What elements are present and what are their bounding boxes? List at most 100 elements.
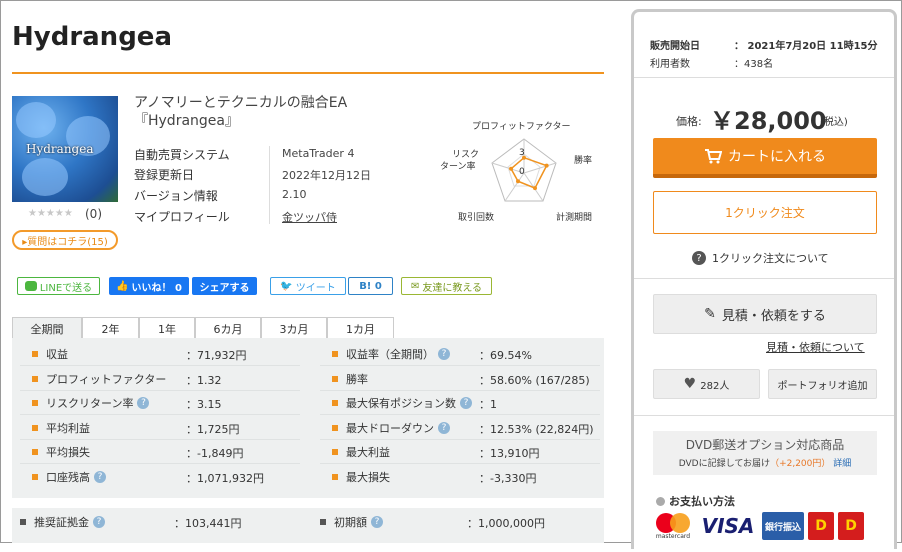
facebook-share-button[interactable]: シェアする [192,277,257,295]
stat-value: ：58.60% (167/285) [479,373,590,387]
tweet-button[interactable]: 🐦 ツイート [270,277,346,295]
tab-all-period[interactable]: 全期間 [12,317,82,339]
stat-row-divider [20,389,300,391]
stat-value: ：1,725円 [186,422,240,436]
stat-label-text: リスクリターン率 [46,397,134,410]
stat-label-text: 初期額 [334,516,367,529]
tab-1-month[interactable]: 1カ月 [327,317,394,339]
stat-row-divider [320,365,600,366]
bank-transfer-logo: 銀行振込 [762,512,804,540]
product-main: Hydrangea Hydrangea ★★★★★ (0) ▸質問はコチラ(15… [12,0,604,543]
dvd-sub-text: DVDに記録してお届け [678,459,771,469]
tab-3-months[interactable]: 3カ月 [261,317,327,339]
stat-label: プロフィットファクター [32,371,166,387]
bullet-icon [32,449,38,455]
spec-label-system: 自動売買システム [134,148,230,162]
help-icon[interactable]: ? [438,348,450,360]
hatena-bookmark-button[interactable]: B! 0 [348,277,393,295]
add-to-cart-button[interactable]: カートに入れる [653,138,877,178]
bullet-icon [32,424,38,431]
spec-value-version: 2.10 [282,188,307,201]
stat-value-initial-amount: ：1,000,000円 [467,517,545,530]
radar-scale-min: 0 [519,167,525,177]
bullet-icon [20,519,26,525]
dvd-option-subtitle: DVDに記録してお届け（+2,200円） 詳細 [653,456,877,469]
radar-svg: 3 0 [491,138,557,202]
bullet-icon [332,400,338,406]
page-title: Hydrangea [12,22,172,52]
pencil-icon: ✎ [704,306,716,322]
stat-row-divider [320,414,600,415]
stat-label-text: 勝率 [346,372,368,386]
tab-1-year[interactable]: 1年 [139,317,195,339]
tell-friend-button[interactable]: ✉ 友達に教える [401,277,492,295]
spec-value-system: MetaTrader 4 [282,147,355,160]
bullet-icon [32,400,38,406]
hydrangea-petal [16,102,56,138]
stat-label-text: 平均利益 [46,421,90,435]
help-icon[interactable]: ? [371,516,383,528]
stat-value: ：12.53% (22,824円) [479,422,594,436]
rating-count: (0) [85,207,102,221]
thumbnail-label: Hydrangea [26,142,94,156]
bullet-dot-icon [656,496,665,506]
sale-start-value: ： 2021年7月20日 11時15分 [734,41,878,52]
heart-icon: ♥ [683,376,697,392]
users-label: 利用者数 [650,59,690,70]
spec-label-profile: マイプロフィール [134,210,230,224]
subtitle-line-1: アノマリーとテクニカルの融合EA [134,95,348,111]
stat-row-divider [20,414,300,415]
stat-row-divider [20,365,300,366]
help-icon[interactable]: ? [438,421,450,434]
product-thumbnail[interactable]: Hydrangea [12,96,118,202]
stat-label: 最大保有ポジション数? [332,395,472,411]
radar-chart: プロフィットファクター リスク ターン率 勝率 取引回数 計測期間 3 0 [432,115,604,225]
facebook-like-button[interactable]: 👍 いいね！ 0 [109,277,189,295]
tab-2-years[interactable]: 2年 [82,317,139,339]
dvd-option-box: DVD郵送オプション対応商品 DVDに記録してお届け（+2,200円） 詳細 [653,431,877,475]
stat-value: ：71,932円 [186,349,247,362]
stat-label-text: 最大保有ポジション数 [346,397,456,410]
help-icon[interactable]: ? [460,397,472,409]
dvd-detail-link[interactable]: 詳細 [833,459,851,469]
stat-label: 最大損失 [332,469,390,485]
help-icon[interactable]: ? [94,470,106,483]
help-icon[interactable]: ? [93,516,105,528]
tab-6-months[interactable]: 6カ月 [195,317,261,339]
favorite-button[interactable]: ♥ 282人 [653,369,760,399]
qa-button[interactable]: ▸質問はコチラ(15) [12,230,118,250]
line-share-button[interactable]: LINEで送る [17,277,100,295]
stat-label-text: 収益率（全期間） [346,348,434,361]
stat-row-divider [20,463,300,464]
stat-row-divider [20,438,300,440]
visa-logo: VISA [701,514,755,538]
one-click-about-label: 1クリック注文について [712,252,829,265]
radar-point [544,163,549,168]
sidebar-divider [634,415,894,416]
stat-row-divider [320,463,600,464]
spec-value-profile-link[interactable]: 金ツッパ侍 [282,209,337,225]
radar-axis [523,162,557,174]
stat-label: 最大利益 [332,444,390,460]
add-portfolio-button[interactable]: ポートフォリオ追加 [768,369,877,399]
radar-point [532,186,537,191]
stat-label: 平均損失 [32,444,90,460]
mastercard-logo: mastercard [653,512,693,540]
estimate-about-link[interactable]: 見積・依頼について [766,339,865,355]
stats-panel-secondary: 推奨証拠金 ? ：103,441円 初期額 ? ：1,000,000円 [12,508,604,543]
radar-axis [504,172,525,202]
one-click-about-link[interactable]: ? 1クリック注文について [692,250,829,266]
like-label: いいね！ 0 [131,282,182,294]
stat-value: ：-3,330円 [479,471,537,485]
hydrangea-petal [22,158,68,196]
stat-value-recommended-margin: ：103,441円 [174,517,242,530]
tweet-label: ツイート [295,282,336,294]
mail-icon: ✉ [410,280,420,292]
bullet-icon [320,519,326,525]
estimate-request-button[interactable]: ✎ 見積・依頼をする [653,294,877,334]
line-icon [24,281,37,291]
payment-title-text: お支払い方法 [669,495,735,508]
estimate-request-label: 見積・依頼をする [721,308,826,324]
one-click-order-button[interactable]: 1クリック注文 [653,191,877,234]
help-icon[interactable]: ? [137,397,150,409]
